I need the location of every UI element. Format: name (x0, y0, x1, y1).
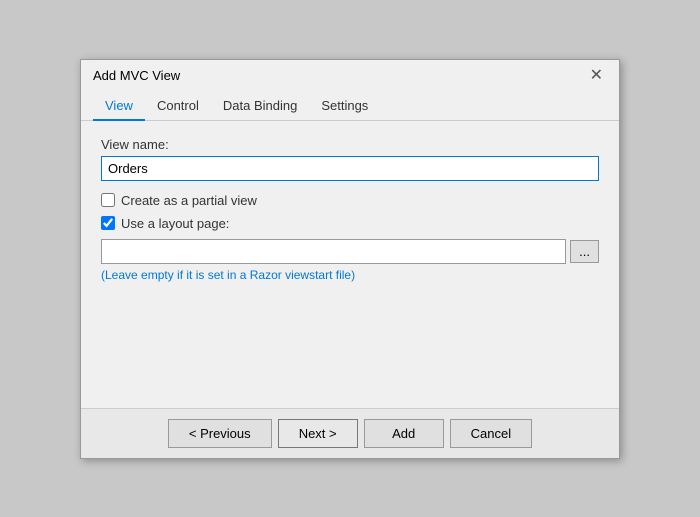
layout-page-input[interactable] (101, 239, 566, 264)
cancel-button[interactable]: Cancel (450, 419, 532, 448)
use-layout-group: Use a layout page: (101, 216, 599, 231)
next-button[interactable]: Next > (278, 419, 358, 448)
close-button[interactable]: ✕ (586, 68, 607, 84)
use-layout-label[interactable]: Use a layout page: (121, 216, 229, 231)
tab-data-binding[interactable]: Data Binding (211, 92, 309, 120)
tab-settings[interactable]: Settings (309, 92, 380, 120)
create-partial-checkbox[interactable] (101, 193, 115, 207)
layout-page-row: ... (101, 239, 599, 264)
add-button[interactable]: Add (364, 419, 444, 448)
view-name-label: View name: (101, 137, 599, 152)
view-name-input[interactable] (101, 156, 599, 181)
view-name-group: View name: (101, 137, 599, 181)
previous-button[interactable]: < Previous (168, 419, 272, 448)
tab-bar: View Control Data Binding Settings (81, 92, 619, 121)
tab-view[interactable]: View (93, 92, 145, 121)
use-layout-checkbox[interactable] (101, 216, 115, 230)
title-bar: Add MVC View ✕ (81, 60, 619, 92)
browse-button[interactable]: ... (570, 240, 599, 263)
form-content: View name: Create as a partial view Use … (81, 121, 619, 408)
add-mvc-view-dialog: Add MVC View ✕ View Control Data Binding… (80, 59, 620, 459)
create-partial-label[interactable]: Create as a partial view (121, 193, 257, 208)
tab-control[interactable]: Control (145, 92, 211, 120)
dialog-footer: < Previous Next > Add Cancel (81, 408, 619, 458)
dialog-title: Add MVC View (93, 68, 180, 83)
hint-text: (Leave empty if it is set in a Razor vie… (101, 268, 599, 282)
create-partial-group: Create as a partial view (101, 193, 599, 208)
